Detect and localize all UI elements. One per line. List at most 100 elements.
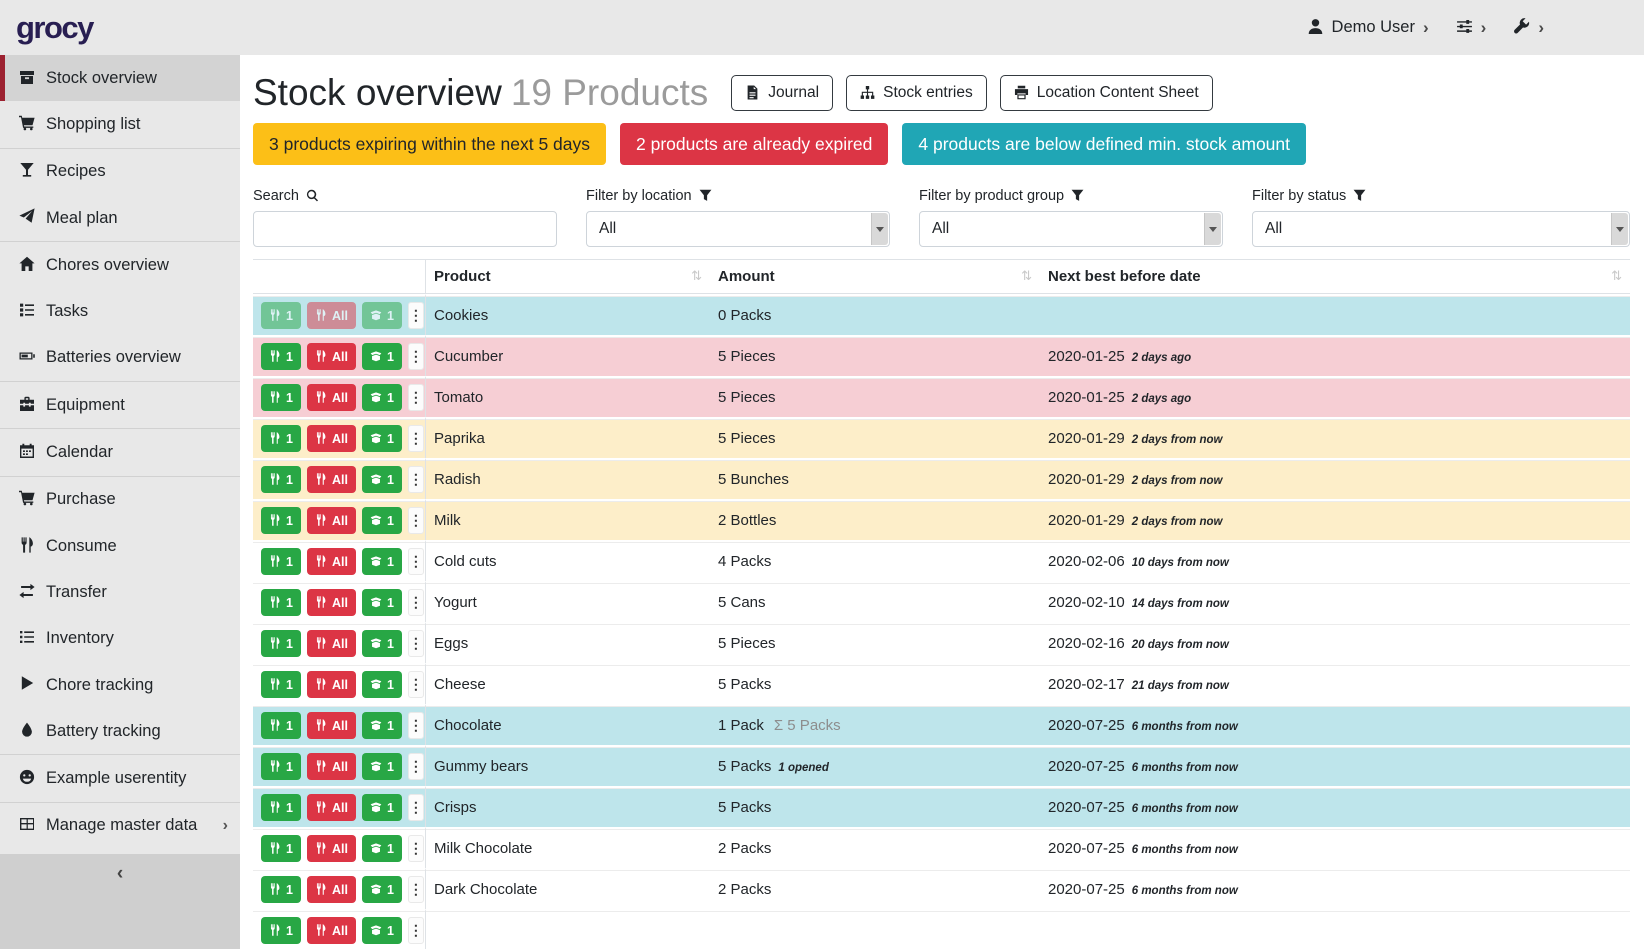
sidebar-item-inventory[interactable]: Inventory [0,616,240,662]
sidebar-item-shopping-list[interactable]: Shopping list [0,101,240,147]
consume-one-button[interactable]: 1 [261,548,301,575]
sidebar-item-meal-plan[interactable]: Meal plan [0,195,240,241]
stock-entries-button[interactable]: Stock entries [846,75,987,111]
location-content-sheet-button[interactable]: Location Content Sheet [1000,75,1213,111]
consume-one-button[interactable]: 1 [261,794,301,821]
open-one-button[interactable]: 1 [362,425,402,452]
open-one-button[interactable]: 1 [362,507,402,534]
open-one-button[interactable]: 1 [362,384,402,411]
user-menu[interactable]: Demo User › [1307,18,1429,38]
consume-all-button[interactable]: All [307,835,356,862]
row-menu-button[interactable]: ⋮ [408,302,424,329]
consume-one-button[interactable]: 1 [261,917,301,944]
best-before-column-header[interactable]: Next best before date ⇅ [1040,259,1630,294]
open-one-button[interactable]: 1 [362,712,402,739]
consume-all-button[interactable]: All [307,753,356,780]
amount-column-header[interactable]: Amount ⇅ [710,259,1040,294]
open-one-button[interactable]: 1 [362,917,402,944]
open-one-button[interactable]: 1 [362,753,402,780]
consume-all-button[interactable]: All [307,507,356,534]
consume-one-button[interactable]: 1 [261,712,301,739]
consume-all-button[interactable]: All [307,671,356,698]
open-one-button[interactable]: 1 [362,794,402,821]
sidebar-item-batteries-overview[interactable]: Batteries overview [0,335,240,381]
row-menu-button[interactable]: ⋮ [408,712,424,739]
open-one-button[interactable]: 1 [362,630,402,657]
status-banner-warning[interactable]: 3 products expiring within the next 5 da… [253,123,606,165]
consume-one-button[interactable]: 1 [261,425,301,452]
consume-one-button[interactable]: 1 [261,302,301,329]
consume-all-button[interactable]: All [307,630,356,657]
consume-all-button[interactable]: All [307,917,356,944]
row-menu-button[interactable]: ⋮ [408,589,424,616]
open-one-button[interactable]: 1 [362,343,402,370]
sort-icon[interactable]: ⇅ [691,268,702,284]
consume-all-button[interactable]: All [307,425,356,452]
sidebar-item-manage-master-data[interactable]: Manage master data› [0,803,240,849]
app-logo[interactable]: grocy [16,10,93,46]
consume-all-button[interactable]: All [307,384,356,411]
open-one-button[interactable]: 1 [362,835,402,862]
consume-one-button[interactable]: 1 [261,753,301,780]
status-filter-select[interactable]: All [1252,211,1630,247]
location-filter-select[interactable]: All [586,211,890,247]
open-one-button[interactable]: 1 [362,671,402,698]
consume-one-button[interactable]: 1 [261,671,301,698]
consume-one-button[interactable]: 1 [261,507,301,534]
search-input[interactable] [253,211,557,247]
sidebar-item-consume[interactable]: Consume [0,523,240,569]
journal-button[interactable]: Journal [731,75,833,111]
sidebar-item-chore-tracking[interactable]: Chore tracking [0,662,240,708]
consume-all-button[interactable]: All [307,794,356,821]
consume-all-button[interactable]: All [307,466,356,493]
product-group-filter-select[interactable]: All [919,211,1223,247]
sidebar-item-purchase[interactable]: Purchase [0,477,240,523]
sidebar-item-stock-overview[interactable]: Stock overview [0,55,240,101]
row-menu-button[interactable]: ⋮ [408,466,424,493]
consume-all-button[interactable]: All [307,589,356,616]
row-menu-button[interactable]: ⋮ [408,753,424,780]
consume-all-button[interactable]: All [307,876,356,903]
consume-one-button[interactable]: 1 [261,876,301,903]
row-menu-button[interactable]: ⋮ [408,876,424,903]
open-one-button[interactable]: 1 [362,466,402,493]
sidebar-item-calendar[interactable]: Calendar [0,429,240,475]
sidebar-item-example-userentity[interactable]: Example userentity [0,755,240,801]
consume-one-button[interactable]: 1 [261,343,301,370]
sort-icon[interactable]: ⇅ [1611,268,1622,284]
consume-one-button[interactable]: 1 [261,835,301,862]
consume-one-button[interactable]: 1 [261,466,301,493]
status-banner-danger[interactable]: 2 products are already expired [620,123,888,165]
sidebar-item-chores-overview[interactable]: Chores overview [0,242,240,288]
open-one-button[interactable]: 1 [362,548,402,575]
settings-menu[interactable]: › [1456,18,1487,38]
sort-icon[interactable]: ⇅ [1021,268,1032,284]
row-menu-button[interactable]: ⋮ [408,343,424,370]
consume-all-button[interactable]: All [307,712,356,739]
row-menu-button[interactable]: ⋮ [408,794,424,821]
open-one-button[interactable]: 1 [362,302,402,329]
sidebar-item-tasks[interactable]: Tasks [0,288,240,334]
admin-menu[interactable]: › [1513,18,1544,38]
row-menu-button[interactable]: ⋮ [408,548,424,575]
row-menu-button[interactable]: ⋮ [408,917,424,944]
status-banner-info[interactable]: 4 products are below defined min. stock … [902,123,1306,165]
consume-one-button[interactable]: 1 [261,384,301,411]
row-menu-button[interactable]: ⋮ [408,835,424,862]
open-one-button[interactable]: 1 [362,589,402,616]
sidebar-collapse-button[interactable]: ‹ [0,854,240,949]
consume-one-button[interactable]: 1 [261,630,301,657]
row-menu-button[interactable]: ⋮ [408,630,424,657]
row-menu-button[interactable]: ⋮ [408,384,424,411]
product-column-header[interactable]: Product ⇅ [425,259,710,294]
sidebar-item-transfer[interactable]: Transfer [0,569,240,615]
sidebar-item-battery-tracking[interactable]: Battery tracking [0,708,240,754]
row-menu-button[interactable]: ⋮ [408,507,424,534]
consume-all-button[interactable]: All [307,548,356,575]
consume-all-button[interactable]: All [307,343,356,370]
consume-one-button[interactable]: 1 [261,589,301,616]
row-menu-button[interactable]: ⋮ [408,425,424,452]
row-menu-button[interactable]: ⋮ [408,671,424,698]
sidebar-item-recipes[interactable]: Recipes [0,149,240,195]
sidebar-item-equipment[interactable]: Equipment [0,382,240,428]
